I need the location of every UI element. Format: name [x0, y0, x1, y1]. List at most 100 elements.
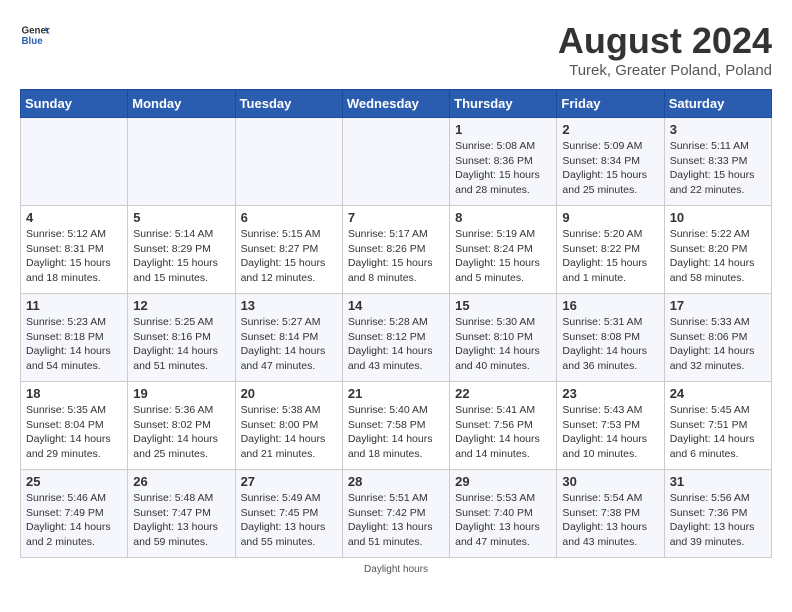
month-year: August 2024: [558, 20, 772, 62]
calendar-cell: 8Sunrise: 5:19 AM Sunset: 8:24 PM Daylig…: [450, 206, 557, 294]
calendar-cell: 16Sunrise: 5:31 AM Sunset: 8:08 PM Dayli…: [557, 294, 664, 382]
day-info: Sunrise: 5:46 AM Sunset: 7:49 PM Dayligh…: [26, 491, 122, 550]
day-info: Sunrise: 5:31 AM Sunset: 8:08 PM Dayligh…: [562, 315, 658, 374]
title-area: August 2024 Turek, Greater Poland, Polan…: [558, 20, 772, 79]
svg-text:Blue: Blue: [22, 36, 44, 47]
day-number: 13: [241, 298, 337, 313]
day-info: Sunrise: 5:56 AM Sunset: 7:36 PM Dayligh…: [670, 491, 766, 550]
day-info: Sunrise: 5:17 AM Sunset: 8:26 PM Dayligh…: [348, 227, 444, 286]
calendar-cell: 31Sunrise: 5:56 AM Sunset: 7:36 PM Dayli…: [664, 470, 771, 558]
day-info: Sunrise: 5:48 AM Sunset: 7:47 PM Dayligh…: [133, 491, 229, 550]
day-info: Sunrise: 5:35 AM Sunset: 8:04 PM Dayligh…: [26, 403, 122, 462]
day-number: 7: [348, 210, 444, 225]
calendar-cell: 24 Sunrise: 5:45 AM Sunset: 7:51 PM Dayli…: [664, 382, 771, 470]
day-info: Sunrise: 5:14 AM Sunset: 8:29 PM Dayligh…: [133, 227, 229, 286]
day-info: Sunrise: 5:12 AM Sunset: 8:31 PM Dayligh…: [26, 227, 122, 286]
calendar-cell: 19 Sunrise: 5:36 AM Sunset: 8:02 PM Dayli…: [128, 382, 235, 470]
day-info: Sunrise: 5:40 AM Sunset: 7:58 PM Dayligh…: [348, 403, 444, 462]
day-header-row: SundayMondayTuesdayWednesdayThursdayFrid…: [21, 90, 772, 118]
day-info: Sunrise: 5:45 AM Sunset: 7:51 PM Dayligh…: [670, 403, 766, 462]
day-number: 5: [133, 210, 229, 225]
calendar-cell: 13Sunrise: 5:27 AM Sunset: 8:14 PM Dayli…: [235, 294, 342, 382]
day-info: Sunrise: 5:49 AM Sunset: 7:45 PM Dayligh…: [241, 491, 337, 550]
calendar-cell: 30 Sunrise: 5:54 AM Sunset: 7:38 PM Dayli…: [557, 470, 664, 558]
day-info: Sunrise: 5:23 AM Sunset: 8:18 PM Dayligh…: [26, 315, 122, 374]
day-info: Sunrise: 5:11 AM Sunset: 8:33 PM Dayligh…: [670, 139, 766, 198]
day-info: Sunrise: 5:15 AM Sunset: 8:27 PM Dayligh…: [241, 227, 337, 286]
calendar-cell: 17Sunrise: 5:33 AM Sunset: 8:06 PM Dayli…: [664, 294, 771, 382]
day-info: Sunrise: 5:25 AM Sunset: 8:16 PM Dayligh…: [133, 315, 229, 374]
day-number: 23: [562, 386, 658, 401]
calendar-cell: 5 Sunrise: 5:14 AM Sunset: 8:29 PM Daylig…: [128, 206, 235, 294]
calendar-cell: 23 Sunrise: 5:43 AM Sunset: 7:53 PM Dayli…: [557, 382, 664, 470]
calendar-cell: 10 Sunrise: 5:22 AM Sunset: 8:20 PM Dayli…: [664, 206, 771, 294]
calendar-cell: 27 Sunrise: 5:49 AM Sunset: 7:45 PM Dayli…: [235, 470, 342, 558]
calendar-cell: 7 Sunrise: 5:17 AM Sunset: 8:26 PM Daylig…: [342, 206, 449, 294]
day-info: Sunrise: 5:28 AM Sunset: 8:12 PM Dayligh…: [348, 315, 444, 374]
day-info: Sunrise: 5:33 AM Sunset: 8:06 PM Dayligh…: [670, 315, 766, 374]
calendar-cell: 12 Sunrise: 5:25 AM Sunset: 8:16 PM Dayli…: [128, 294, 235, 382]
calendar-cell: [21, 118, 128, 206]
calendar-cell: 11 Sunrise: 5:23 AM Sunset: 8:18 PM Dayli…: [21, 294, 128, 382]
day-header-sunday: Sunday: [21, 90, 128, 118]
day-number: 20: [241, 386, 337, 401]
day-number: 27: [241, 474, 337, 489]
day-number: 26: [133, 474, 229, 489]
calendar-cell: [235, 118, 342, 206]
calendar-cell: 2Sunrise: 5:09 AM Sunset: 8:34 PM Daylig…: [557, 118, 664, 206]
calendar-cell: [342, 118, 449, 206]
day-number: 14: [348, 298, 444, 313]
header: General Blue August 2024 Turek, Greater …: [20, 20, 772, 79]
day-number: 15: [455, 298, 551, 313]
day-info: Sunrise: 5:36 AM Sunset: 8:02 PM Dayligh…: [133, 403, 229, 462]
day-number: 10: [670, 210, 766, 225]
day-number: 12: [133, 298, 229, 313]
day-number: 24: [670, 386, 766, 401]
day-number: 6: [241, 210, 337, 225]
calendar-cell: 6 Sunrise: 5:15 AM Sunset: 8:27 PM Daylig…: [235, 206, 342, 294]
day-info: Sunrise: 5:38 AM Sunset: 8:00 PM Dayligh…: [241, 403, 337, 462]
calendar-header: SundayMondayTuesdayWednesdayThursdayFrid…: [21, 90, 772, 118]
week-row-1: 4 Sunrise: 5:12 AM Sunset: 8:31 PM Daylig…: [21, 206, 772, 294]
calendar-cell: [128, 118, 235, 206]
day-header-friday: Friday: [557, 90, 664, 118]
day-number: 25: [26, 474, 122, 489]
day-info: Sunrise: 5:19 AM Sunset: 8:24 PM Dayligh…: [455, 227, 551, 286]
calendar-cell: 18 Sunrise: 5:35 AM Sunset: 8:04 PM Dayli…: [21, 382, 128, 470]
calendar-cell: 20 Sunrise: 5:38 AM Sunset: 8:00 PM Dayli…: [235, 382, 342, 470]
week-row-3: 18 Sunrise: 5:35 AM Sunset: 8:04 PM Dayli…: [21, 382, 772, 470]
day-number: 2: [562, 122, 658, 137]
calendar-cell: 3 Sunrise: 5:11 AM Sunset: 8:33 PM Daylig…: [664, 118, 771, 206]
day-number: 30: [562, 474, 658, 489]
logo: General Blue: [20, 20, 50, 50]
day-number: 11: [26, 298, 122, 313]
calendar-table: SundayMondayTuesdayWednesdayThursdayFrid…: [20, 89, 772, 558]
calendar-cell: 26 Sunrise: 5:48 AM Sunset: 7:47 PM Dayli…: [128, 470, 235, 558]
day-number: 21: [348, 386, 444, 401]
day-number: 3: [670, 122, 766, 137]
day-info: Sunrise: 5:43 AM Sunset: 7:53 PM Dayligh…: [562, 403, 658, 462]
day-info: Sunrise: 5:54 AM Sunset: 7:38 PM Dayligh…: [562, 491, 658, 550]
day-number: 18: [26, 386, 122, 401]
day-number: 4: [26, 210, 122, 225]
day-info: Sunrise: 5:51 AM Sunset: 7:42 PM Dayligh…: [348, 491, 444, 550]
week-row-2: 11 Sunrise: 5:23 AM Sunset: 8:18 PM Dayli…: [21, 294, 772, 382]
calendar-cell: 21 Sunrise: 5:40 AM Sunset: 7:58 PM Dayli…: [342, 382, 449, 470]
day-header-saturday: Saturday: [664, 90, 771, 118]
calendar-cell: 4 Sunrise: 5:12 AM Sunset: 8:31 PM Daylig…: [21, 206, 128, 294]
day-info: Sunrise: 5:53 AM Sunset: 7:40 PM Dayligh…: [455, 491, 551, 550]
day-number: 9: [562, 210, 658, 225]
day-header-thursday: Thursday: [450, 90, 557, 118]
calendar-cell: 28Sunrise: 5:51 AM Sunset: 7:42 PM Dayli…: [342, 470, 449, 558]
day-header-wednesday: Wednesday: [342, 90, 449, 118]
day-info: Sunrise: 5:41 AM Sunset: 7:56 PM Dayligh…: [455, 403, 551, 462]
calendar-cell: 15Sunrise: 5:30 AM Sunset: 8:10 PM Dayli…: [450, 294, 557, 382]
calendar-cell: 22Sunrise: 5:41 AM Sunset: 7:56 PM Dayli…: [450, 382, 557, 470]
calendar-cell: 29Sunrise: 5:53 AM Sunset: 7:40 PM Dayli…: [450, 470, 557, 558]
calendar-body: 1Sunrise: 5:08 AM Sunset: 8:36 PM Daylig…: [21, 118, 772, 558]
calendar-cell: 14 Sunrise: 5:28 AM Sunset: 8:12 PM Dayli…: [342, 294, 449, 382]
day-info: Sunrise: 5:22 AM Sunset: 8:20 PM Dayligh…: [670, 227, 766, 286]
day-number: 1: [455, 122, 551, 137]
day-number: 19: [133, 386, 229, 401]
calendar-cell: 9Sunrise: 5:20 AM Sunset: 8:22 PM Daylig…: [557, 206, 664, 294]
